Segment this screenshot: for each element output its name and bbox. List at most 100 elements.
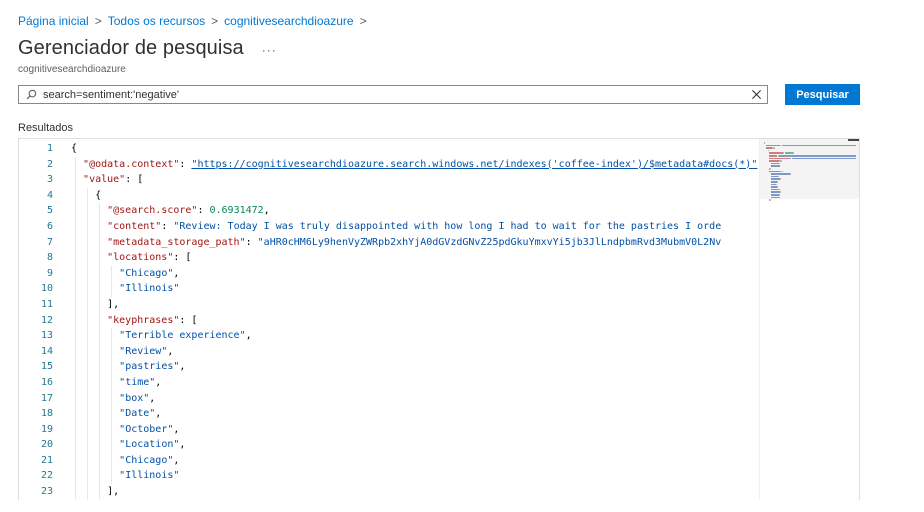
line-number: 14 — [40, 345, 53, 357]
json-code-area[interactable]: { "@odata.context": "https://cognitivese… — [71, 141, 759, 500]
code-line: "Chicago", — [71, 453, 759, 469]
json-string: "aHR0cHM6Ly9henVyZWRpb2xhYjA0dGVzdGNvZ25… — [257, 236, 722, 248]
json-punctuation — [71, 237, 107, 248]
line-number: 11 — [40, 298, 53, 310]
code-line: { — [71, 188, 759, 204]
more-icon[interactable]: ··· — [262, 43, 277, 57]
json-url-link[interactable]: "https://cognitivesearchdioazure.search.… — [191, 159, 757, 170]
indent-guide — [99, 203, 101, 500]
minimap-mark — [769, 199, 772, 201]
minimap-slider[interactable] — [848, 139, 859, 141]
minimap-mark — [769, 155, 778, 157]
code-line: ], — [71, 484, 759, 500]
breadcrumb: Página inicial > Todos os recursos > cog… — [18, 14, 373, 28]
minimap-mark — [779, 162, 781, 165]
minimap-mark — [767, 149, 769, 152]
json-punctuation: , — [155, 376, 162, 388]
minimap-mark — [780, 178, 782, 180]
search-input[interactable] — [43, 86, 745, 103]
minimap-mark — [769, 160, 780, 162]
breadcrumb-home[interactable]: Página inicial — [18, 14, 89, 28]
code-line: "@odata.context": "https://cognitivesear… — [71, 157, 759, 173]
code-line: "locations": [ — [71, 250, 759, 266]
breadcrumb-separator: > — [94, 14, 102, 28]
indent-guide — [87, 187, 89, 500]
minimap-mark — [776, 181, 778, 183]
line-number: 7 — [46, 236, 53, 248]
json-punctuation: , — [149, 392, 156, 404]
code-line: "value": [ — [71, 172, 759, 188]
json-key: "@search.score" — [107, 205, 198, 217]
minimap-mark — [784, 152, 793, 154]
minimap-mark — [790, 173, 791, 175]
minimap-mark — [790, 157, 791, 160]
breadcrumb-all-resources[interactable]: Todos os recursos — [108, 14, 205, 28]
code-line: "Date", — [71, 406, 759, 422]
json-string: "Review" — [119, 345, 168, 357]
page-subtitle: cognitivesearchdioazure — [18, 64, 126, 75]
line-number: 22 — [40, 470, 53, 482]
json-string: "Chicago" — [119, 454, 174, 466]
code-line: "content": "Review: Today I was truly di… — [71, 219, 759, 235]
code-line: "Illinois" — [71, 468, 759, 484]
minimap-mark — [780, 170, 783, 173]
minimap-mark — [771, 162, 780, 165]
minimap-mark — [779, 194, 781, 196]
minimap-mark — [782, 144, 856, 147]
json-punctuation: , — [173, 267, 180, 279]
line-number: 12 — [40, 314, 53, 326]
code-line: "metadata_storage_path": "aHR0cHM6Ly9hen… — [71, 235, 759, 251]
code-line: "Illinois" — [71, 281, 759, 297]
json-punctuation: , — [173, 423, 180, 435]
json-string: "box" — [119, 392, 150, 404]
code-line: "keyphrases": [ — [71, 313, 759, 329]
indent-guide — [75, 156, 77, 500]
close-icon[interactable] — [745, 86, 767, 103]
json-punctuation: ], — [71, 486, 120, 498]
json-punctuation: : [ — [179, 314, 198, 326]
minimap-mark — [775, 183, 777, 186]
line-number: 3 — [46, 174, 53, 186]
minimap-mark — [769, 152, 783, 154]
line-number: 13 — [40, 330, 53, 342]
code-line: "Review", — [71, 344, 759, 360]
json-punctuation: , — [167, 345, 174, 357]
line-number: 1 — [46, 143, 53, 154]
line-number: 10 — [40, 283, 53, 295]
minimap[interactable] — [759, 139, 859, 500]
minimap-mark — [771, 178, 781, 180]
code-line: "time", — [71, 375, 759, 391]
json-punctuation — [71, 205, 107, 216]
json-string: "Illinois" — [119, 283, 180, 295]
json-key: "@odata.context" — [83, 158, 180, 170]
code-line: "@search.score": 0.6931472, — [71, 203, 759, 219]
search-icon — [19, 86, 43, 103]
json-punctuation: : — [161, 220, 174, 232]
json-punctuation — [71, 252, 107, 263]
minimap-mark — [780, 191, 782, 193]
json-punctuation: , — [179, 361, 186, 373]
json-punctuation: ], — [71, 298, 120, 310]
search-box — [18, 85, 768, 104]
json-punctuation: : [ — [173, 252, 192, 264]
minimap-mark — [771, 191, 781, 193]
breadcrumb-search-service[interactable]: cognitivesearchdioazure — [224, 14, 353, 28]
minimap-mark — [769, 170, 781, 173]
results-editor[interactable]: 1 2 3 4 5 6 7 8 9 10 11 12 13 14 15 16 17 18 19 20 21 22 23 { … — [18, 138, 860, 500]
breadcrumb-separator: > — [359, 14, 367, 28]
line-number: 16 — [40, 376, 53, 388]
page-title: Gerenciador de pesquisa — [18, 37, 244, 59]
line-number: 19 — [40, 423, 53, 435]
line-number: 4 — [46, 189, 53, 201]
json-key: "locations" — [107, 252, 174, 264]
minimap-mark — [782, 152, 784, 154]
line-number: 17 — [40, 392, 53, 404]
line-number: 5 — [46, 205, 53, 217]
code-line: "Location", — [71, 437, 759, 453]
minimap-mark — [771, 173, 791, 175]
search-button[interactable]: Pesquisar — [785, 84, 860, 105]
line-number: 9 — [46, 267, 53, 279]
json-string: "Location" — [119, 439, 180, 451]
line-number: 8 — [46, 252, 53, 264]
minimap-mark — [771, 194, 780, 196]
